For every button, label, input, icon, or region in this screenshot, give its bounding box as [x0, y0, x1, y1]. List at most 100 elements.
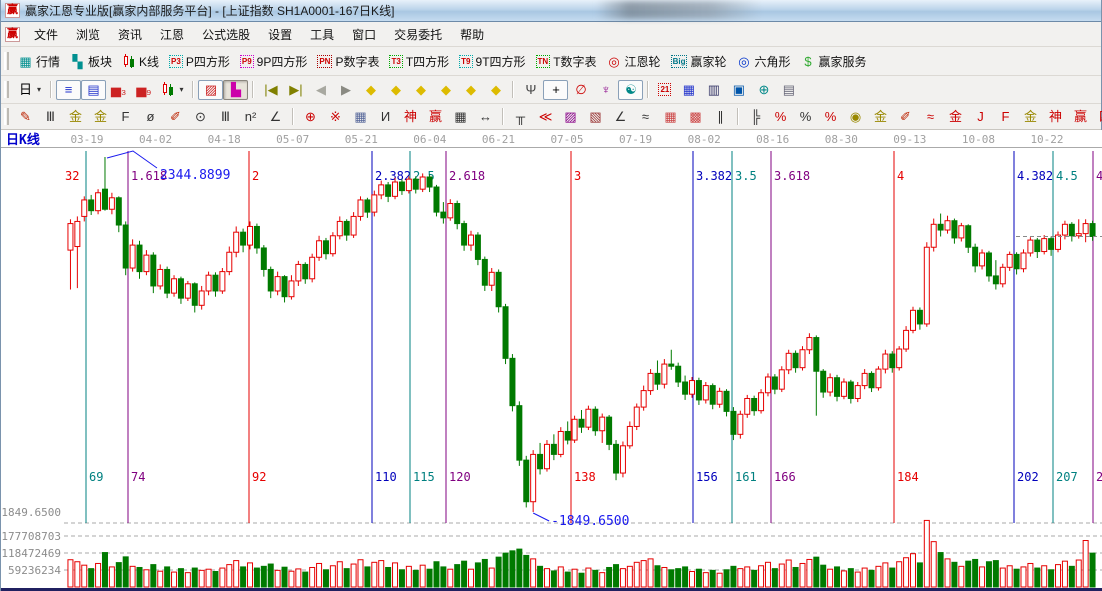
- spiral-tool-icon[interactable]: ø: [138, 107, 163, 127]
- gann-cross-tool-icon[interactable]: ⊕: [298, 107, 323, 127]
- shen-tool-icon[interactable]: 神: [398, 107, 423, 127]
- candle-style-dropdown[interactable]: ▾: [156, 80, 188, 99]
- smart-tool-icon[interactable]: ☯: [618, 80, 643, 100]
- menu-item-2[interactable]: 资讯: [109, 23, 151, 46]
- vertical-lines-tool-icon[interactable]: Ⅲ: [38, 107, 63, 127]
- winner-wheel-button[interactable]: Big赢家轮: [666, 51, 732, 72]
- dynamic-quote-icon[interactable]: ≡: [56, 80, 81, 100]
- hline-tool-icon[interactable]: ╥: [508, 107, 533, 127]
- web-update-icon[interactable]: ⊕: [751, 80, 776, 100]
- hand-tool-icon[interactable]: Ψ: [518, 80, 543, 100]
- winner-service-button[interactable]: $赢家服务: [795, 51, 871, 72]
- percent-tool-icon[interactable]: %: [793, 107, 818, 127]
- red-grid2-tool-icon[interactable]: ▩: [683, 107, 708, 127]
- four-angle-tool-icon[interactable]: 四: [1093, 107, 1102, 127]
- wave-channel-tool-icon[interactable]: ≈: [918, 107, 943, 127]
- fan-box2-tool-icon[interactable]: ▧: [583, 107, 608, 127]
- menu-item-4[interactable]: 公式选股: [193, 23, 259, 46]
- zoom-out-x-icon[interactable]: ◆: [358, 80, 383, 100]
- erase-draw-icon[interactable]: ∅: [568, 80, 593, 100]
- p9-square-button[interactable]: P99P四方形: [235, 51, 312, 72]
- grid-123-tool-icon[interactable]: ▦: [448, 107, 473, 127]
- crosshair-tool-icon[interactable]: +: [543, 80, 568, 100]
- parallel-tool-icon[interactable]: ∥: [708, 107, 733, 127]
- angle-draw-tool-icon[interactable]: ∠: [608, 107, 633, 127]
- wave-mark-tool-icon[interactable]: И: [373, 107, 398, 127]
- golden-section-tool-icon[interactable]: 金: [63, 107, 88, 127]
- last-page-icon[interactable]: ▶|: [283, 80, 308, 100]
- kline-button[interactable]: K线: [117, 51, 164, 72]
- star-cycle-tool-icon[interactable]: ※: [323, 107, 348, 127]
- red-grid-tool-icon[interactable]: ▦: [658, 107, 683, 127]
- chart-area[interactable]: 03-1904-0204-1805-0705-2106-0406-2107-05…: [1, 130, 1102, 591]
- grid-star-tool-icon[interactable]: ▦: [348, 107, 373, 127]
- ying-angle-tool-icon[interactable]: 赢: [1068, 107, 1093, 127]
- next-page-icon[interactable]: ▶: [333, 80, 358, 100]
- p-number-table-button[interactable]: PNP数字表: [312, 51, 384, 72]
- p9-minichart-icon[interactable]: ▅₉: [131, 80, 156, 100]
- zigzag-tool-icon[interactable]: ≈: [633, 107, 658, 127]
- gann-grid-icon[interactable]: ▨: [198, 80, 223, 100]
- angle-tool-icon[interactable]: ∠: [263, 107, 288, 127]
- percent-tool-icon-glyph: %: [798, 109, 813, 125]
- expand-x-icon[interactable]: ◆: [408, 80, 433, 100]
- sectors-button[interactable]: ▚板块: [65, 51, 117, 72]
- gold-bar-tool-icon[interactable]: 金: [943, 107, 968, 127]
- prev-page-icon[interactable]: ◀: [308, 80, 333, 100]
- menu-item-7[interactable]: 窗口: [343, 23, 385, 46]
- menu-item-5[interactable]: 设置: [259, 23, 301, 46]
- hexagon-button[interactable]: ◎六角形: [731, 51, 795, 72]
- kline-chart[interactable]: 03-1904-0204-1805-0705-2106-0406-2107-05…: [1, 130, 1102, 591]
- menu-item-3[interactable]: 江恩: [151, 23, 193, 46]
- compress-all-icon-glyph: ◆: [488, 82, 503, 98]
- f-angle-tool-icon[interactable]: F: [993, 107, 1018, 127]
- p-square-button[interactable]: P3P四方形: [164, 51, 235, 72]
- calculator-icon[interactable]: ▦: [676, 80, 701, 100]
- zoom-in-x-icon[interactable]: ◆: [383, 80, 408, 100]
- t9-square-button[interactable]: T99T四方形: [454, 51, 530, 72]
- n-square-tool-icon[interactable]: n²: [238, 107, 263, 127]
- golden-section2-tool-icon[interactable]: 金: [88, 107, 113, 127]
- t-square-button[interactable]: T3T四方形: [384, 51, 454, 72]
- toolbar-separator: [502, 108, 504, 125]
- expand-all-icon[interactable]: ◆: [458, 80, 483, 100]
- percent-line-tool-icon[interactable]: %: [768, 107, 793, 127]
- fan-lines-tool-icon[interactable]: ≪: [533, 107, 558, 127]
- menu-item-1[interactable]: 浏览: [67, 23, 109, 46]
- menu-item-9[interactable]: 帮助: [451, 23, 493, 46]
- menu-item-8[interactable]: 交易委托: [385, 23, 451, 46]
- save-icon[interactable]: ▣: [726, 80, 751, 100]
- pen-bars-tool-icon[interactable]: ✐: [893, 107, 918, 127]
- print-icon[interactable]: ▤: [776, 80, 801, 100]
- period-day-dropdown[interactable]: 日▾: [13, 80, 46, 100]
- gold-angle-tool-icon[interactable]: 金: [1018, 107, 1043, 127]
- gann-wheel-button[interactable]: ◎江恩轮: [602, 51, 666, 72]
- p3-minichart-icon[interactable]: ▅₃: [106, 80, 131, 100]
- time-cycle-tool-icon[interactable]: ⊙: [188, 107, 213, 127]
- t-number-table-button[interactable]: TNT数字表: [531, 51, 602, 72]
- volume-profile-icon[interactable]: ▙: [223, 80, 248, 100]
- menu-item-0[interactable]: 文件: [25, 23, 67, 46]
- ying-tool-icon[interactable]: 赢: [423, 107, 448, 127]
- gold-lines-tool-icon[interactable]: 金: [868, 107, 893, 127]
- chip-tool-icon[interactable]: ♆: [593, 80, 618, 100]
- menu-item-6[interactable]: 工具: [301, 23, 343, 46]
- brush-tool-icon[interactable]: ✎: [13, 107, 38, 127]
- percent-bar-tool-icon[interactable]: %: [818, 107, 843, 127]
- fibonacci-tool-icon[interactable]: F: [113, 107, 138, 127]
- compress-x-icon[interactable]: ◆: [433, 80, 458, 100]
- ruler-lines-tool-icon[interactable]: Ⅲ: [213, 107, 238, 127]
- j-angle-tool-icon[interactable]: J: [968, 107, 993, 127]
- gold-circle-tool-icon[interactable]: ◉: [843, 107, 868, 127]
- first-page-icon[interactable]: |◀: [258, 80, 283, 100]
- pencil-tool-icon[interactable]: ✐: [163, 107, 188, 127]
- scale-ruler-tool-icon[interactable]: ╠: [743, 107, 768, 127]
- fan-box-tool-icon[interactable]: ▨: [558, 107, 583, 127]
- calendar-icon[interactable]: 21: [653, 81, 676, 98]
- shen-angle-tool-icon[interactable]: 神: [1043, 107, 1068, 127]
- f10-info-icon[interactable]: ▤: [81, 80, 106, 100]
- width-arrows-tool-icon[interactable]: ↔: [473, 107, 498, 127]
- quotes-button[interactable]: ▦行情: [13, 51, 65, 72]
- notepad-icon[interactable]: ▥: [701, 80, 726, 100]
- compress-all-icon[interactable]: ◆: [483, 80, 508, 100]
